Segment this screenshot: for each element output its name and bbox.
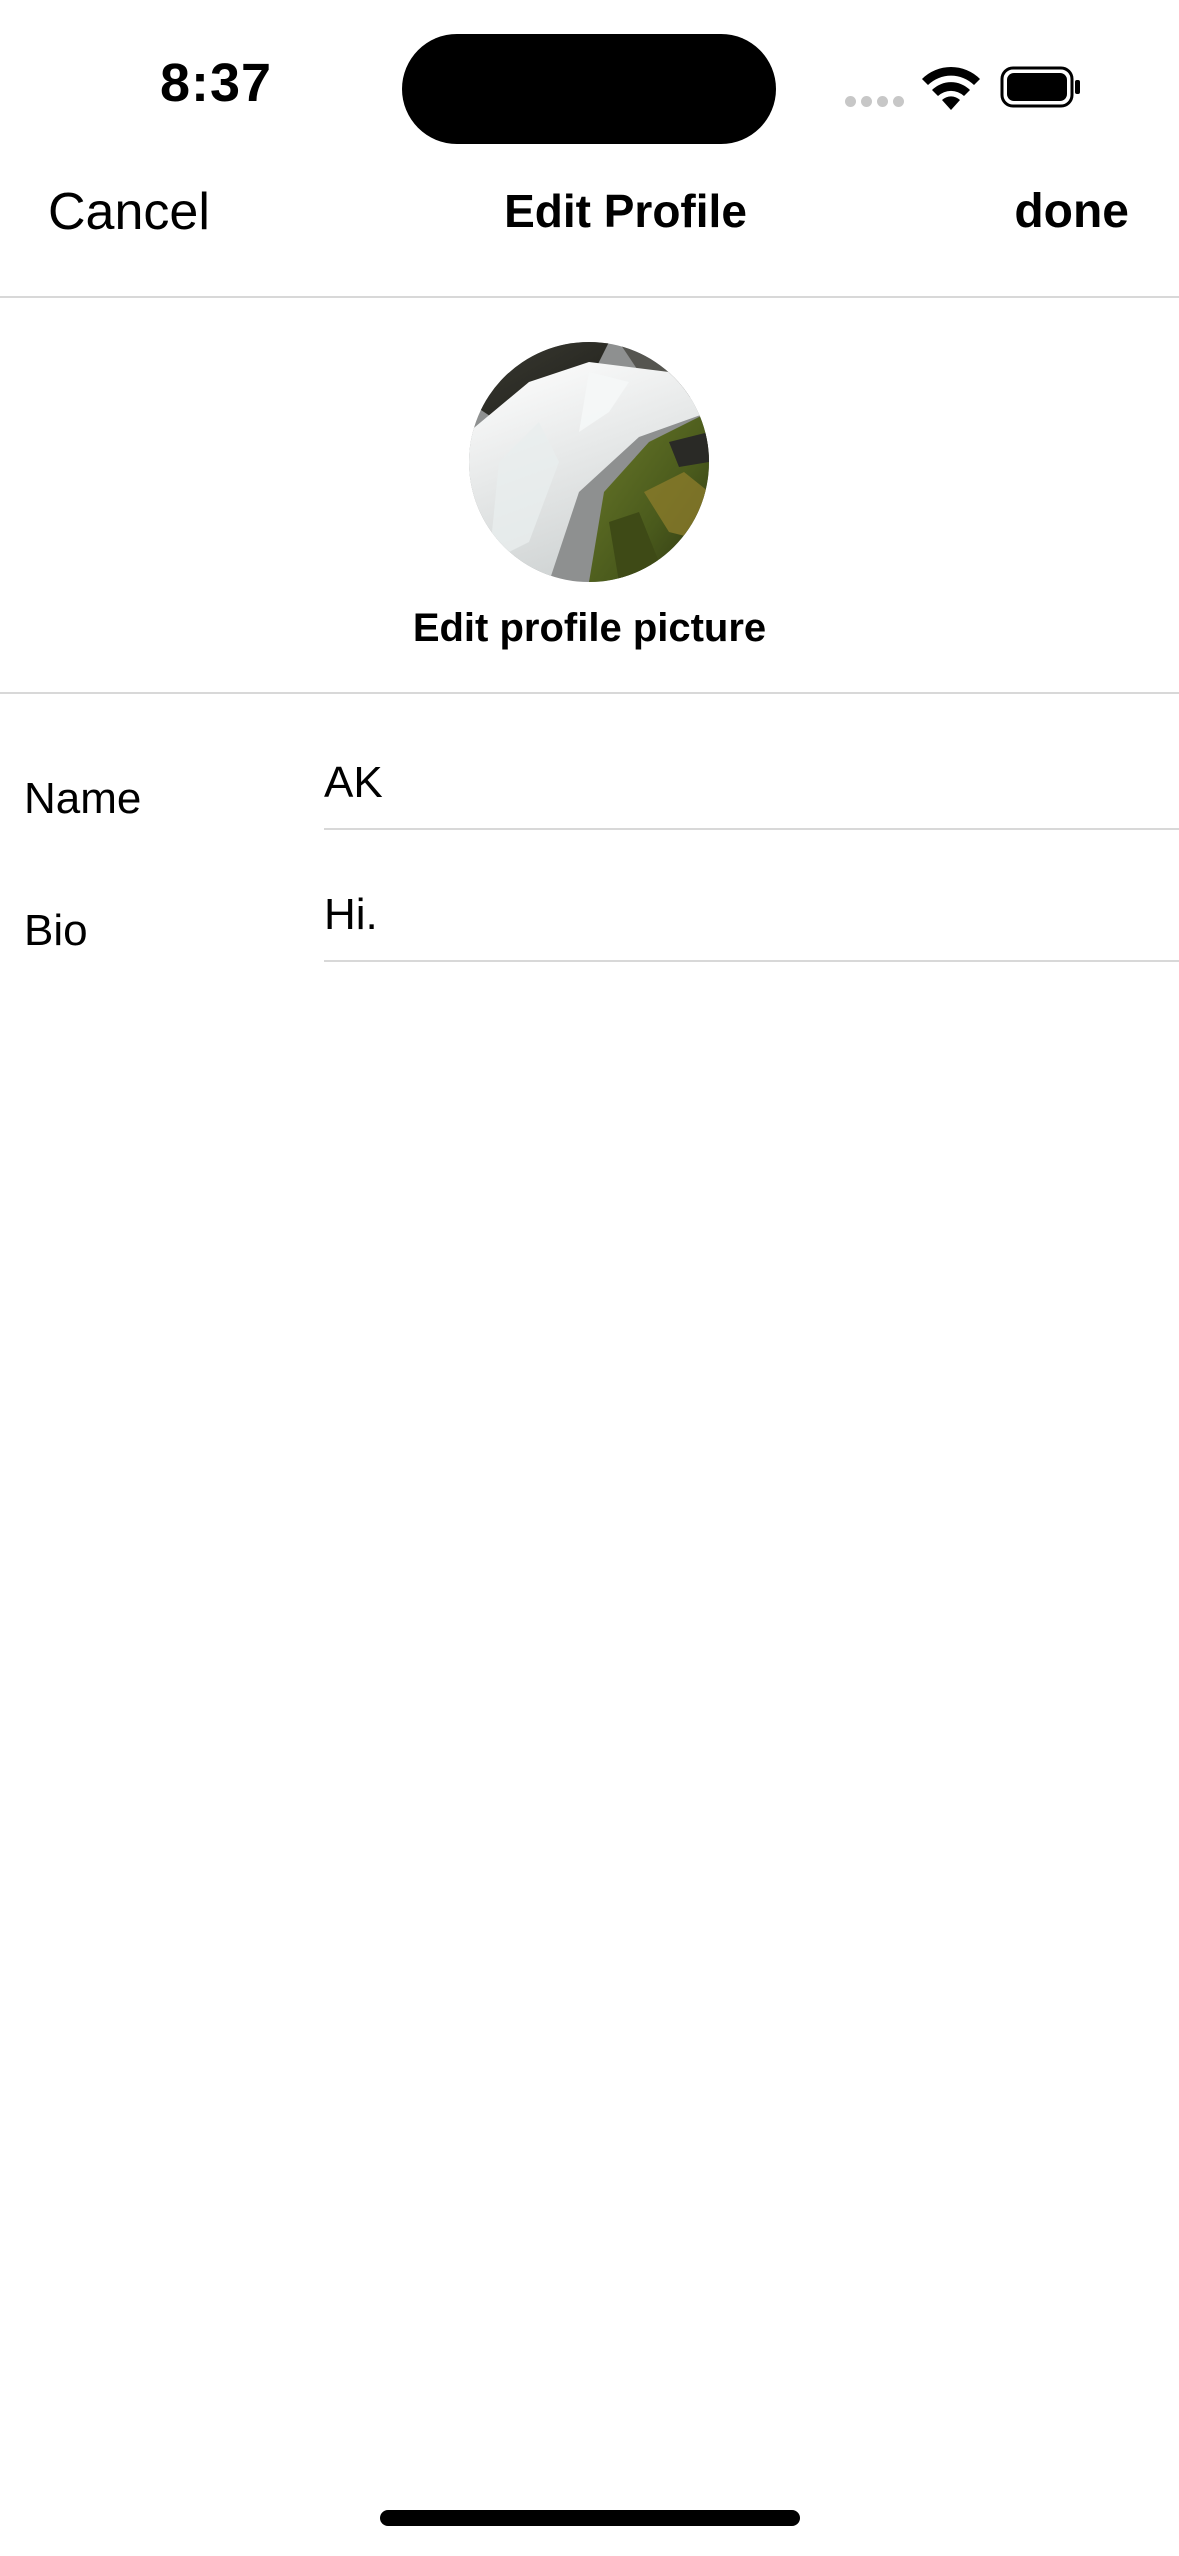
status-time: 8:37 [160, 53, 273, 113]
profile-picture-section: Edit profile picture [0, 298, 1179, 694]
name-label: Name [24, 774, 142, 823]
bio-row: Bio [0, 840, 1179, 972]
cancel-button[interactable]: Cancel [48, 182, 210, 242]
cellular-signal-icon [845, 96, 905, 108]
wifi-icon [922, 66, 980, 110]
name-field[interactable] [324, 738, 1179, 830]
name-row: Name [0, 708, 1179, 840]
battery-icon [1000, 66, 1080, 108]
bio-field[interactable] [324, 870, 1179, 962]
nav-bar: Cancel Edit Profile done [0, 160, 1179, 298]
home-indicator[interactable] [380, 2510, 800, 2526]
page-title-text: Edit Profile [504, 185, 747, 237]
status-bar: 8:37 [0, 0, 1179, 160]
avatar[interactable] [469, 342, 709, 582]
done-button[interactable]: done [1014, 184, 1129, 239]
edit-profile-picture-button[interactable]: Edit profile picture [0, 606, 1179, 651]
dynamic-island [402, 34, 776, 144]
waterfall-photo-avatar [469, 342, 709, 582]
bio-label: Bio [24, 906, 88, 955]
